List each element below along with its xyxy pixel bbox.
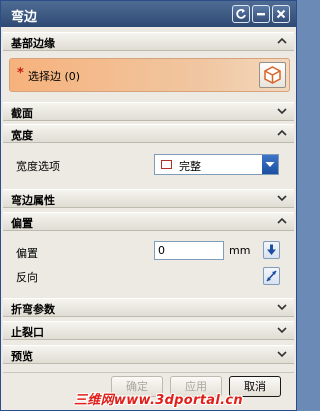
full-width-swatch-icon (161, 160, 172, 169)
dropdown-button[interactable] (262, 155, 278, 174)
minimize-icon (257, 13, 265, 16)
select-edge-label: 选择边 (0) (28, 70, 81, 83)
required-marker: * (17, 66, 24, 81)
offset-options-button[interactable] (263, 241, 280, 259)
section-label: 止裂口 (11, 326, 44, 339)
section-width[interactable]: 宽度 (3, 124, 294, 143)
chevron-down-icon (265, 162, 275, 167)
offset-label: 偏置 (16, 247, 38, 260)
title-bar[interactable]: 弯边 (1, 1, 296, 27)
section-cross-section[interactable]: 截面 (3, 102, 294, 121)
chevron-down-icon[interactable] (276, 324, 288, 336)
section-relief[interactable]: 止裂口 (3, 321, 294, 340)
section-preview[interactable]: 预览 (3, 345, 294, 364)
chevron-up-icon[interactable] (276, 35, 288, 47)
section-label: 基部边缘 (11, 37, 55, 50)
chevron-down-icon[interactable] (276, 105, 288, 117)
watermark-text: 三维网www.3dportal.cn (74, 393, 243, 408)
reset-button[interactable] (232, 5, 250, 23)
section-offset[interactable]: 偏置 (3, 212, 294, 231)
reverse-direction-icon (266, 270, 277, 282)
dialog-title: 弯边 (11, 10, 38, 25)
chevron-down-icon[interactable] (276, 348, 288, 360)
reset-icon (236, 8, 246, 19)
section-label: 宽度 (11, 129, 33, 142)
chevron-down-icon[interactable] (276, 192, 288, 204)
section-label: 偏置 (11, 217, 33, 230)
chevron-up-icon[interactable] (276, 127, 288, 139)
select-edge-row[interactable]: * 选择边 (0) (9, 58, 290, 92)
chevron-up-icon[interactable] (276, 215, 288, 227)
section-label: 折弯参数 (11, 303, 55, 316)
offset-input[interactable]: 0 (154, 241, 224, 260)
section-flange-properties[interactable]: 弯边属性 (3, 189, 294, 208)
select-edge-button[interactable] (259, 62, 286, 88)
section-label: 预览 (11, 350, 33, 363)
section-base-edge[interactable]: 基部边缘 (3, 32, 294, 51)
cube-select-icon (264, 66, 281, 84)
minimize-button[interactable] (252, 5, 270, 23)
section-bend-parameters[interactable]: 折弯参数 (3, 298, 294, 317)
width-option-dropdown[interactable]: 完整 (154, 154, 279, 175)
section-label: 弯边属性 (11, 194, 55, 207)
close-button[interactable] (272, 5, 290, 23)
reverse-direction-label: 反向 (16, 271, 38, 284)
width-option-value: 完整 (179, 160, 201, 173)
chevron-down-icon[interactable] (276, 301, 288, 313)
section-label: 截面 (11, 107, 33, 120)
reverse-direction-button[interactable] (263, 267, 280, 285)
close-icon (276, 9, 286, 19)
arrow-down-icon (267, 244, 276, 255)
width-option-label: 宽度选项 (16, 160, 60, 173)
offset-unit: mm (229, 244, 251, 257)
flange-dialog: 弯边 基部边缘 * 选择边 (0) 截面 宽度 宽度选项 完整 弯边属性 偏置 … (0, 0, 297, 411)
